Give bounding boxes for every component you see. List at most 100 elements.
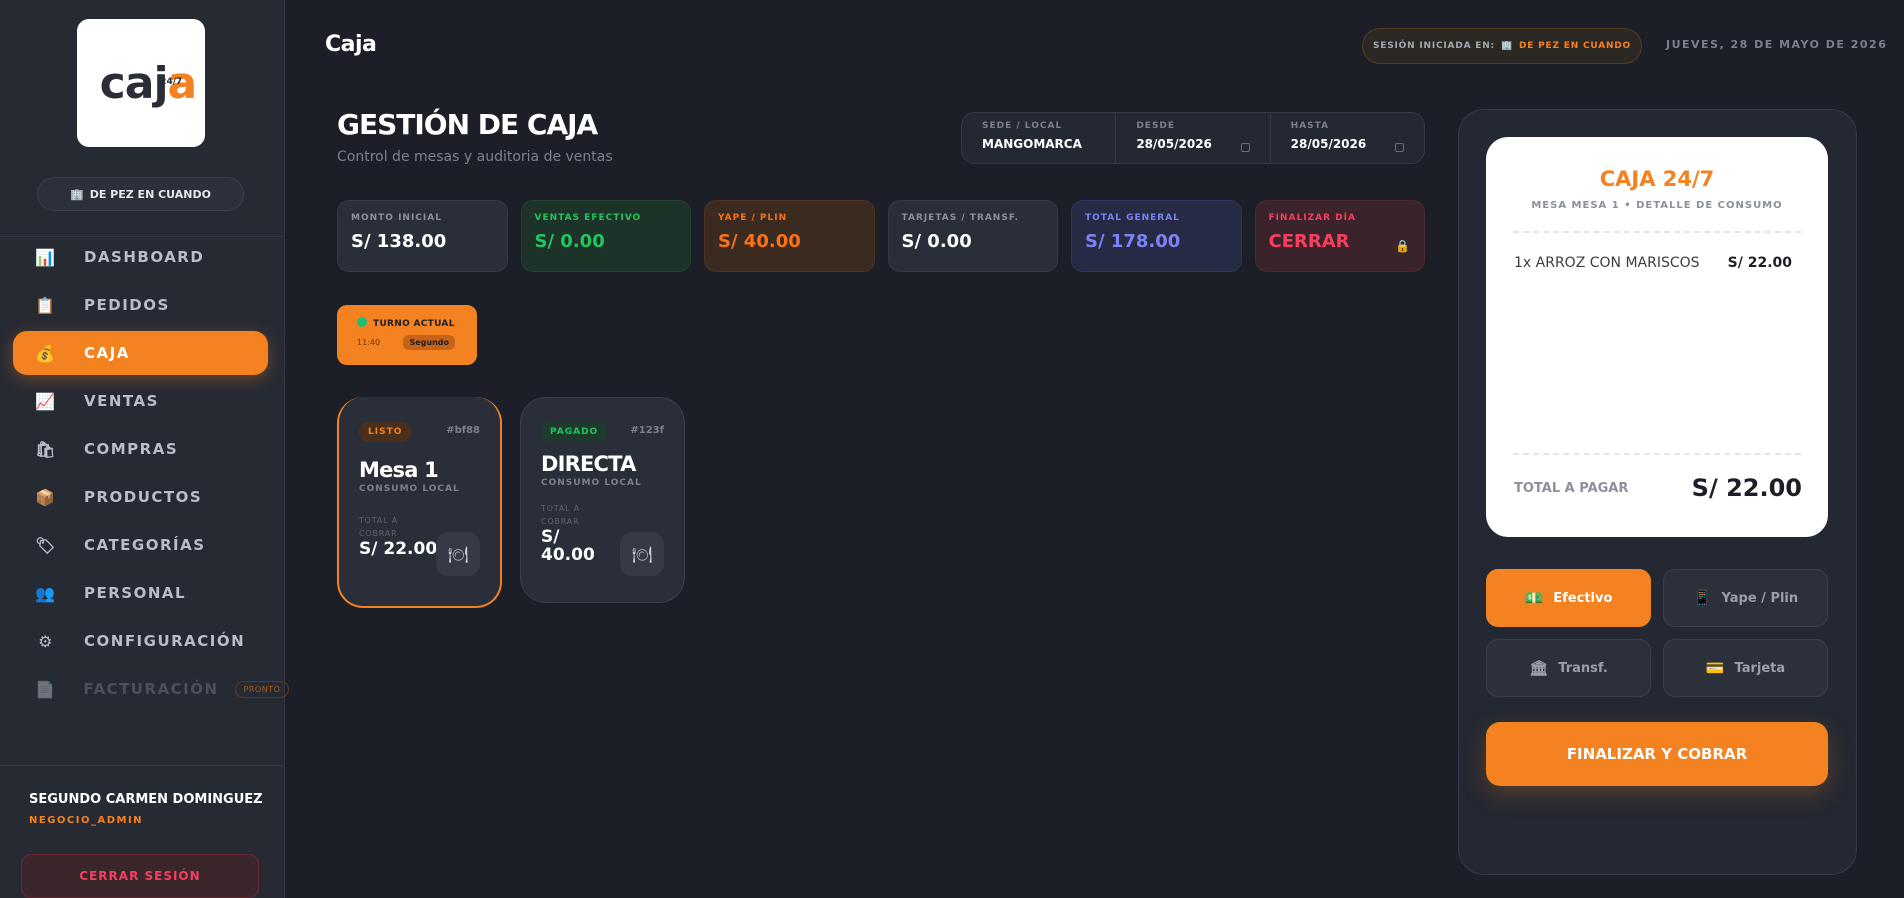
pay-card-button[interactable]: 💳 Tarjeta bbox=[1663, 639, 1828, 697]
sidebar-item-label: CATEGORÍAS bbox=[84, 536, 206, 554]
sidebar-item-facturacion: 📄 FACTURACIÓN PRONTO bbox=[13, 667, 290, 711]
sidebar-item-compras[interactable]: 🛍 COMPRAS bbox=[13, 427, 268, 471]
status-badge: PAGADO bbox=[541, 422, 608, 442]
sidebar-item-label: PRODUCTOS bbox=[84, 488, 203, 506]
status-badge: LISTO bbox=[359, 422, 412, 442]
sidebar-item-caja[interactable]: 💰 CAJA bbox=[13, 331, 268, 375]
finalize-charge-button[interactable]: FINALIZAR Y COBRAR bbox=[1486, 722, 1828, 786]
total-label: TOTAL A COBRAR bbox=[541, 504, 580, 526]
current-date: JUEVES, 28 DE MAYO DE 2026 bbox=[1666, 38, 1888, 51]
branch-selector[interactable]: 🏢 DE PEZ EN CUANDO bbox=[37, 177, 244, 211]
total-label: TOTAL A PAGAR bbox=[1514, 480, 1629, 496]
money-bag-icon: 💰 bbox=[35, 343, 57, 363]
session-label: SESIÓN INICIADA EN: bbox=[1372, 41, 1495, 51]
dashboard-icon: 📊 bbox=[35, 247, 57, 267]
brand-logo[interactable]: caja 24/7 bbox=[77, 19, 205, 147]
plate-icon[interactable]: 🍽 bbox=[436, 532, 480, 576]
calendar-icon[interactable] bbox=[1394, 143, 1404, 152]
calendar-icon[interactable] bbox=[1240, 143, 1250, 152]
stat-label: TOTAL GENERAL bbox=[1085, 213, 1180, 223]
close-day-button[interactable]: FINALIZAR DÍA CERRAR 🔒 bbox=[1254, 200, 1425, 272]
payment-label: Tarjeta bbox=[1734, 660, 1786, 676]
order-code: #bf88 bbox=[446, 425, 480, 436]
credit-card-icon: 💳 bbox=[1705, 659, 1725, 677]
sidebar-item-dashboard[interactable]: 📊 DASHBOARD bbox=[13, 235, 268, 279]
table-card-mesa-1[interactable]: LISTO #bf88 Mesa 1 CONSUMO LOCAL TOTAL A… bbox=[337, 397, 502, 608]
sidebar-item-ventas[interactable]: 📈 VENTAS bbox=[13, 379, 268, 423]
current-shift-card[interactable]: TURNO ACTUAL 11:40 Segundo bbox=[337, 305, 477, 365]
desde-filter[interactable]: DESDE 28/05/2026 bbox=[1115, 113, 1269, 163]
building-icon: 🏢 bbox=[70, 187, 84, 201]
checkout-panel: CAJA 24/7 MESA MESA 1 • DETALLE DE CONSU… bbox=[1458, 109, 1857, 875]
sidebar-item-label: COMPRAS bbox=[84, 440, 179, 458]
stat-label: VENTAS EFECTIVO bbox=[534, 213, 642, 223]
shift-title: TURNO ACTUAL bbox=[357, 317, 477, 329]
logout-button[interactable]: CERRAR SESIÓN bbox=[21, 854, 259, 898]
item-name: 1x ARROZ CON MARISCOS bbox=[1514, 255, 1700, 271]
sidebar-item-label: CONFIGURACIÓN bbox=[84, 632, 246, 650]
stat-tarjetas: TARJETAS / TRANSF. S/ 0.00 bbox=[887, 200, 1058, 272]
coming-soon-badge: PRONTO bbox=[234, 680, 290, 698]
sede-filter[interactable]: SEDE / LOCAL MANGOMARCA bbox=[962, 113, 1115, 163]
sidebar-item-productos[interactable]: 📦 PRODUCTOS bbox=[13, 475, 268, 519]
logo-superscript: 24/7 bbox=[160, 77, 183, 87]
hasta-filter[interactable]: HASTA 28/05/2026 bbox=[1269, 113, 1424, 163]
sidebar-item-pedidos[interactable]: 📋 PEDIDOS bbox=[13, 283, 268, 327]
desde-date-input[interactable]: 28/05/2026 bbox=[1136, 137, 1269, 151]
filter-label: DESDE bbox=[1136, 121, 1176, 131]
hasta-date-input[interactable]: 28/05/2026 bbox=[1291, 137, 1424, 151]
filter-label: SEDE / LOCAL bbox=[982, 121, 1063, 131]
session-value: DE PEZ EN CUANDO bbox=[1518, 41, 1632, 51]
sidebar-item-personal[interactable]: 👥 PERSONAL bbox=[13, 571, 268, 615]
people-icon: 👥 bbox=[35, 583, 57, 603]
page-subtitle: Control de mesas y auditoria de ventas bbox=[337, 149, 613, 165]
shift-row: 11:40 Segundo bbox=[357, 335, 477, 350]
receipt-total: TOTAL A PAGAR S/ 22.00 bbox=[1514, 474, 1802, 502]
stat-label: YAPE / PLIN bbox=[718, 213, 788, 223]
payment-label: Transf. bbox=[1558, 660, 1608, 676]
stats-row: MONTO INICIAL S/ 138.00 VENTAS EFECTIVO … bbox=[337, 200, 1425, 272]
sidebar-item-label: PEDIDOS bbox=[84, 296, 170, 314]
clipboard-icon: 📋 bbox=[35, 295, 57, 315]
mobile-phone-icon: 📱 bbox=[1692, 589, 1712, 607]
table-name: DIRECTA bbox=[541, 452, 636, 476]
item-price: S/ 22.00 bbox=[1727, 255, 1792, 271]
stat-value: CERRAR bbox=[1268, 231, 1350, 252]
package-icon: 📦 bbox=[35, 487, 57, 507]
stat-monto-inicial: MONTO INICIAL S/ 138.00 bbox=[337, 200, 508, 272]
sidebar-item-label: FACTURACIÓN bbox=[83, 680, 219, 698]
plate-icon[interactable]: 🍽 bbox=[620, 532, 664, 576]
lock-icon: 🔒 bbox=[1395, 239, 1410, 253]
sidebar-item-categorias[interactable]: 🏷 CATEGORÍAS bbox=[13, 523, 268, 567]
stat-ventas-efectivo: VENTAS EFECTIVO S/ 0.00 bbox=[520, 200, 691, 272]
payment-label: Yape / Plin bbox=[1721, 590, 1799, 606]
stat-total-general: TOTAL GENERAL S/ 178.00 bbox=[1071, 200, 1242, 272]
stat-value: S/ 138.00 bbox=[351, 231, 447, 252]
sidebar-item-label: CAJA bbox=[84, 344, 130, 362]
stat-value: S/ 0.00 bbox=[534, 231, 605, 252]
sidebar-item-label: DASHBOARD bbox=[84, 248, 205, 266]
shift-badge: Segundo bbox=[403, 335, 455, 350]
chart-up-icon: 📈 bbox=[35, 391, 57, 411]
cash-icon: 💵 bbox=[1524, 589, 1544, 607]
total-amount: S/ 22.00 bbox=[1691, 474, 1802, 502]
branch-name: DE PEZ EN CUANDO bbox=[89, 187, 211, 201]
sede-select[interactable]: MANGOMARCA bbox=[982, 137, 1115, 151]
receipt: CAJA 24/7 MESA MESA 1 • DETALLE DE CONSU… bbox=[1486, 137, 1828, 537]
pay-yape-button[interactable]: 📱 Yape / Plin bbox=[1663, 569, 1828, 627]
bank-icon: 🏛 bbox=[1529, 659, 1549, 677]
receipt-line-item: 1x ARROZ CON MARISCOS S/ 22.00 bbox=[1514, 255, 1792, 271]
user-role: NEGOCIO_ADMIN bbox=[29, 815, 144, 826]
sidebar-item-configuracion[interactable]: ⚙ CONFIGURACIÓN bbox=[13, 619, 268, 663]
page-title: GESTIÓN DE CAJA bbox=[337, 108, 598, 141]
pay-cash-button[interactable]: 💵 Efectivo bbox=[1486, 569, 1651, 627]
receipt-title: CAJA 24/7 bbox=[1599, 167, 1715, 191]
sidebar-item-label: PERSONAL bbox=[84, 584, 187, 602]
stat-value: S/ 0.00 bbox=[901, 231, 972, 252]
session-indicator: SESIÓN INICIADA EN: 🏢 DE PEZ EN CUANDO bbox=[1362, 28, 1642, 64]
table-card-directa[interactable]: PAGADO #123f DIRECTA CONSUMO LOCAL TOTAL… bbox=[520, 397, 685, 603]
pay-transfer-button[interactable]: 🏛 Transf. bbox=[1486, 639, 1651, 697]
filter-bar: SEDE / LOCAL MANGOMARCA DESDE 28/05/2026… bbox=[961, 112, 1425, 164]
shift-title-text: TURNO ACTUAL bbox=[373, 319, 455, 329]
consumption-type: CONSUMO LOCAL bbox=[359, 484, 460, 494]
